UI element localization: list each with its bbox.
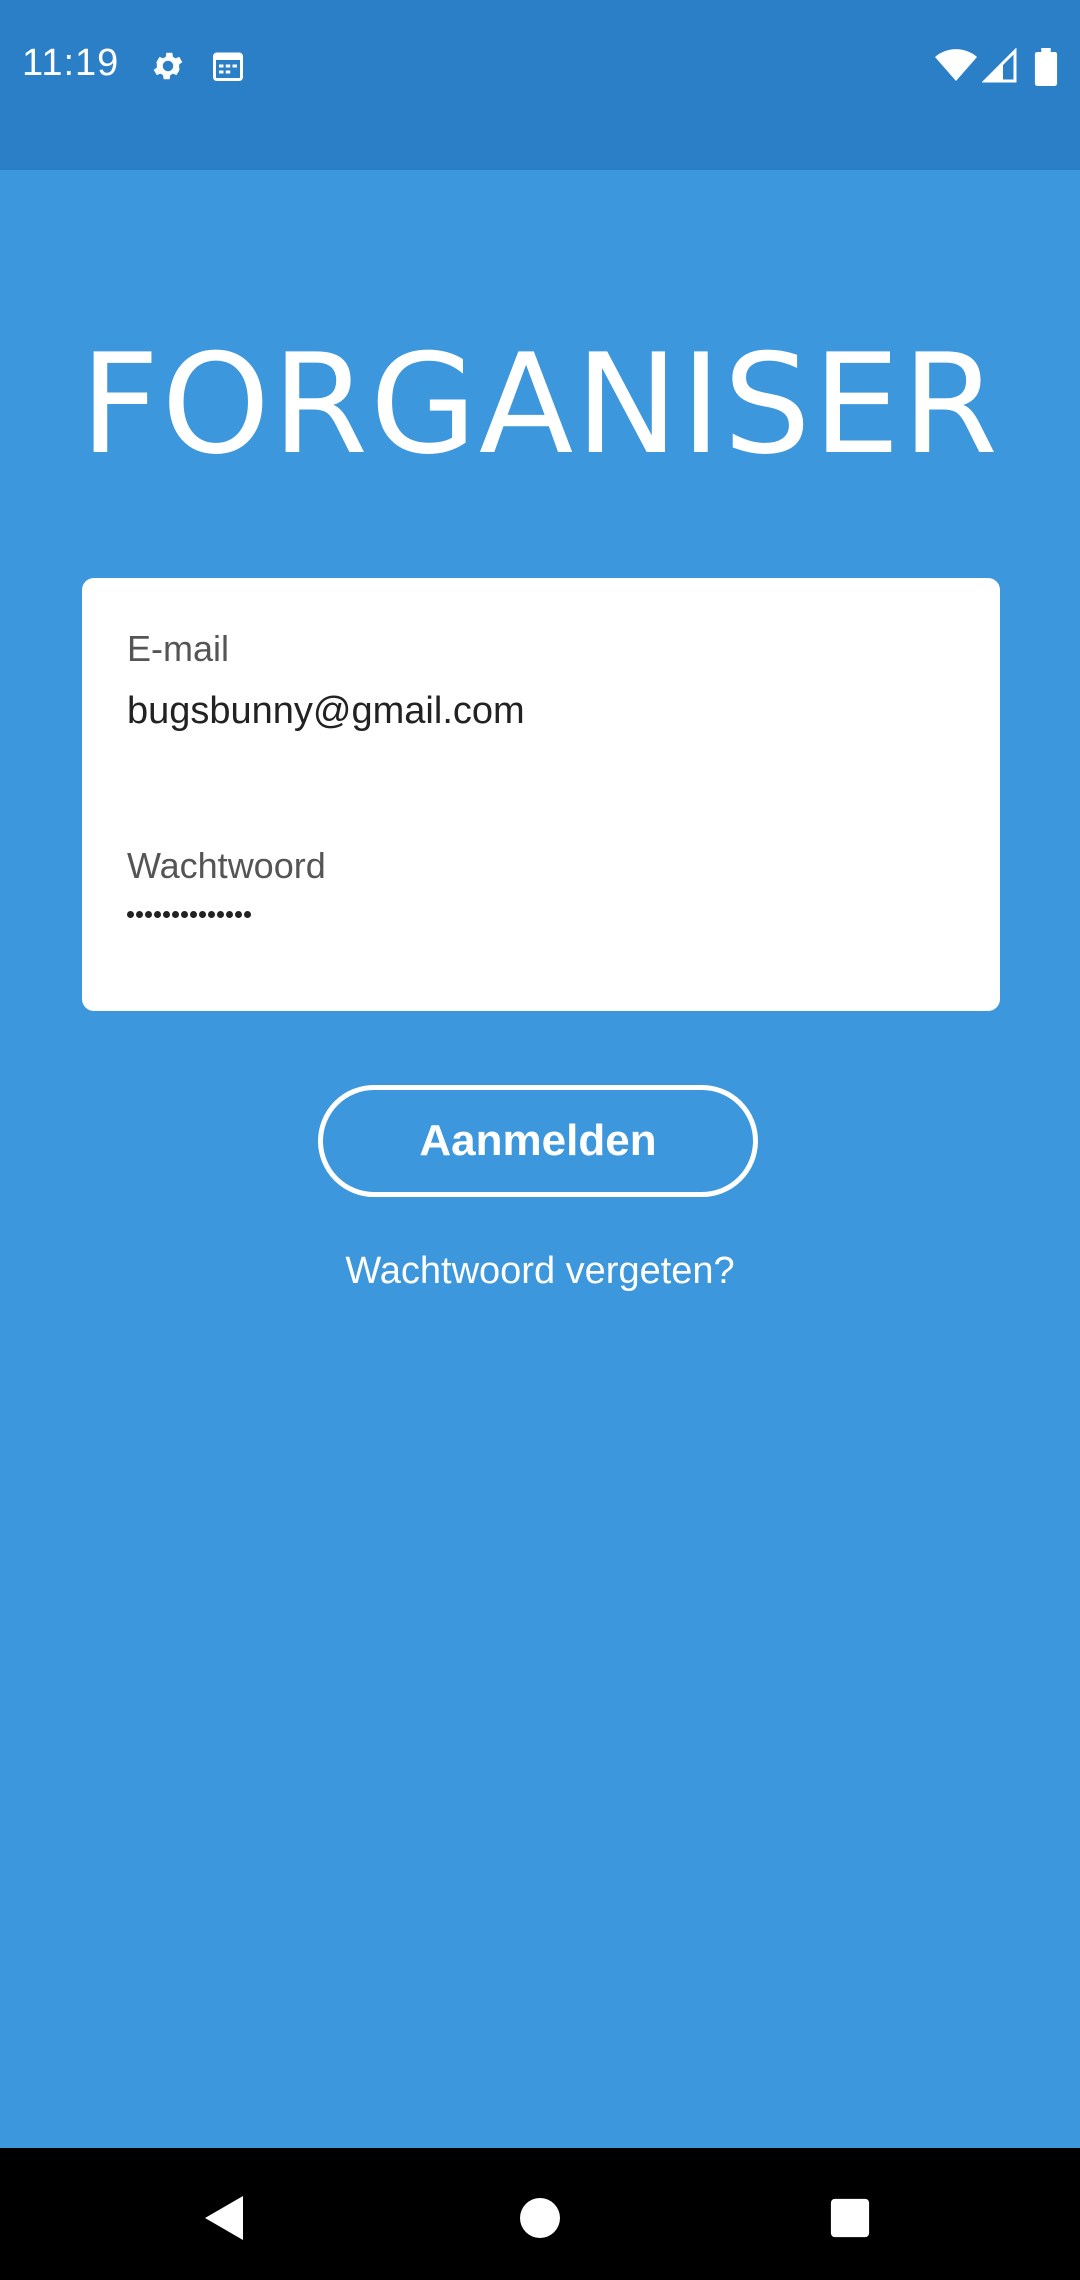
password-field[interactable] xyxy=(127,911,251,918)
app-title: FORGANISER xyxy=(80,324,1000,485)
recents-icon[interactable] xyxy=(820,2188,880,2248)
password-mask-dot xyxy=(190,911,197,918)
login-button-label: Aanmelden xyxy=(419,1116,657,1165)
email-label: E-mail xyxy=(127,628,230,669)
password-mask-dot xyxy=(181,911,188,918)
password-mask-dot xyxy=(199,911,206,918)
login-screen: 11:19 FORGANISER E-mail bugsbunny@gmail.… xyxy=(0,0,1080,2280)
password-label: Wachtwoord xyxy=(127,845,326,886)
signal-icon xyxy=(981,47,1018,89)
login-button[interactable]: Aanmelden xyxy=(318,1085,758,1197)
password-mask-dot xyxy=(235,911,242,918)
password-mask-dot xyxy=(217,911,224,918)
password-mask-dot xyxy=(136,911,143,918)
password-mask-dot xyxy=(163,911,170,918)
password-mask-dot xyxy=(172,911,179,918)
back-icon[interactable] xyxy=(195,2188,255,2248)
login-card: E-mail bugsbunny@gmail.com Wachtwoord xyxy=(82,578,1000,1011)
email-field[interactable]: bugsbunny@gmail.com xyxy=(127,690,525,733)
status-time: 11:19 xyxy=(22,42,120,84)
battery-icon xyxy=(1034,48,1058,91)
password-mask-dot xyxy=(244,911,251,918)
password-mask-dot xyxy=(145,911,152,918)
calendar-icon xyxy=(210,48,246,89)
navigation-bar xyxy=(0,2148,1080,2280)
home-icon[interactable] xyxy=(510,2188,570,2248)
password-mask-dot xyxy=(127,911,134,918)
password-mask-dot xyxy=(226,911,233,918)
status-bar: 11:19 xyxy=(0,0,1080,170)
password-mask-dot xyxy=(208,911,215,918)
wifi-icon xyxy=(935,48,977,89)
password-mask-dot xyxy=(154,911,161,918)
gear-icon xyxy=(150,48,186,89)
forgot-password-link[interactable]: Wachtwoord vergeten? xyxy=(0,1250,1080,1293)
